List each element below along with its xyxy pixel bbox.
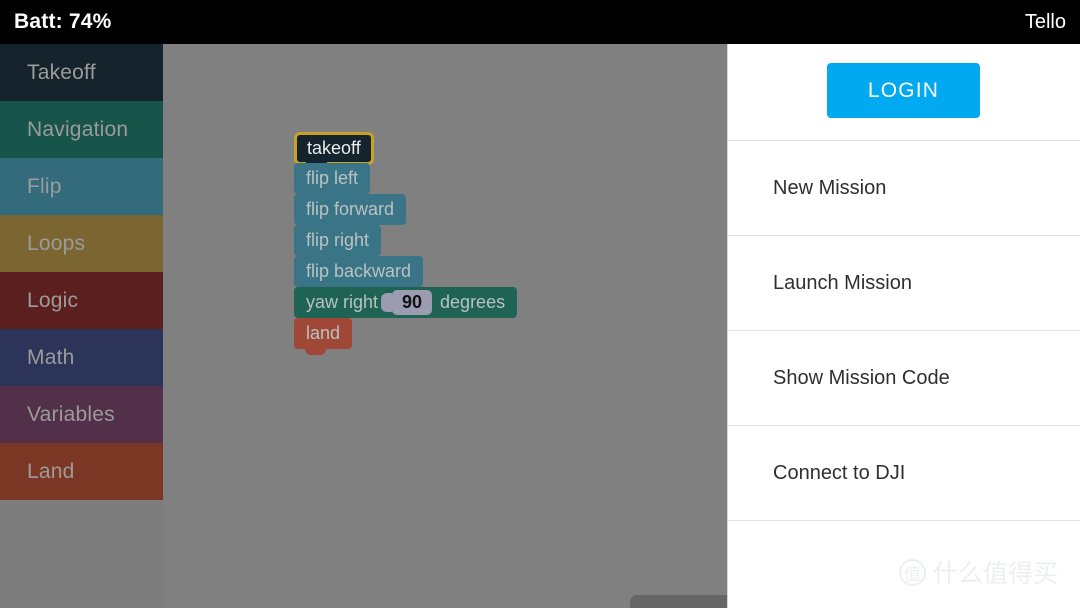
block-stack: takeoff flip left flip forward flip right fl… [294, 132, 518, 355]
sidebar-category-variables[interactable]: Variables [0, 386, 163, 443]
block-label: flip right [306, 230, 370, 250]
program-canvas[interactable]: takeoff flip left flip forward flip right fl… [163, 44, 890, 608]
block-label: yaw right [306, 292, 379, 312]
block-flip-left[interactable]: flip left [294, 163, 371, 200]
device-name-label: Tello [1024, 11, 1066, 33]
sidebar-category-label: Flip [27, 174, 62, 198]
block-label: flip backward [306, 261, 412, 281]
menu-item-launch-mission[interactable]: Launch Mission [728, 236, 1080, 331]
mission-menu-panel: LOGIN New Mission Launch Mission Show Miss… [727, 44, 1080, 608]
sidebar-category-loops[interactable]: Loops [0, 215, 163, 272]
block-flip-forward[interactable]: flip forward [294, 194, 407, 231]
menu-item-new-mission[interactable]: New Mission [728, 141, 1080, 236]
login-button[interactable]: LOGIN [827, 63, 980, 118]
login-row: LOGIN [728, 44, 1080, 141]
menu-item-label: Launch Mission [773, 271, 912, 294]
block-label: flip left [306, 168, 359, 188]
sidebar-category-takeoff[interactable]: Takeoff [0, 44, 163, 101]
sidebar-category-land[interactable]: Land [0, 443, 163, 500]
menu-item-label: New Mission [773, 176, 887, 199]
block-label: land [306, 323, 341, 343]
sidebar-category-flip[interactable]: Flip [0, 158, 163, 215]
mission-menu-list: New Mission Launch Mission Show Mission Co… [728, 141, 1080, 521]
sidebar-category-label: Loops [27, 231, 86, 255]
sidebar-category-math[interactable]: Math [0, 329, 163, 386]
app-root: Batt: 74% Tello Takeoff Navigation Flip Loo… [0, 0, 1080, 608]
battery-status-label: Batt: 74% [14, 10, 112, 33]
sidebar-category-logic[interactable]: Logic [0, 272, 163, 329]
sidebar-category-label: Navigation [27, 117, 129, 141]
sidebar-category-label: Logic [27, 288, 79, 312]
menu-item-label: Connect to DJI [773, 461, 906, 484]
menu-item-show-mission-code[interactable]: Show Mission Code [728, 331, 1080, 426]
block-land[interactable]: land [294, 318, 353, 355]
sidebar-category-label: Land [27, 459, 75, 483]
sidebar-category-label: Takeoff [27, 60, 96, 84]
status-bar: Batt: 74% Tello [0, 0, 1080, 44]
sidebar-category-navigation[interactable]: Navigation [0, 101, 163, 158]
block-yaw-right[interactable]: yaw right 90 degrees [294, 287, 518, 324]
block-flip-backward[interactable]: flip backward [294, 256, 424, 293]
yaw-units-label: degrees [440, 292, 506, 312]
yaw-degrees-input[interactable]: 90 [381, 290, 433, 315]
sidebar-category-label: Math [27, 345, 75, 369]
category-sidebar: Takeoff Navigation Flip Loops Logic Math Varia… [0, 44, 163, 608]
block-label: flip forward [306, 199, 395, 219]
sidebar-category-label: Variables [27, 402, 115, 426]
block-takeoff[interactable]: takeoff [294, 132, 374, 168]
block-label: takeoff [307, 138, 361, 158]
block-flip-right[interactable]: flip right [294, 225, 382, 262]
menu-item-label: Show Mission Code [773, 366, 950, 389]
menu-item-connect-to-dji[interactable]: Connect to DJI [728, 426, 1080, 521]
